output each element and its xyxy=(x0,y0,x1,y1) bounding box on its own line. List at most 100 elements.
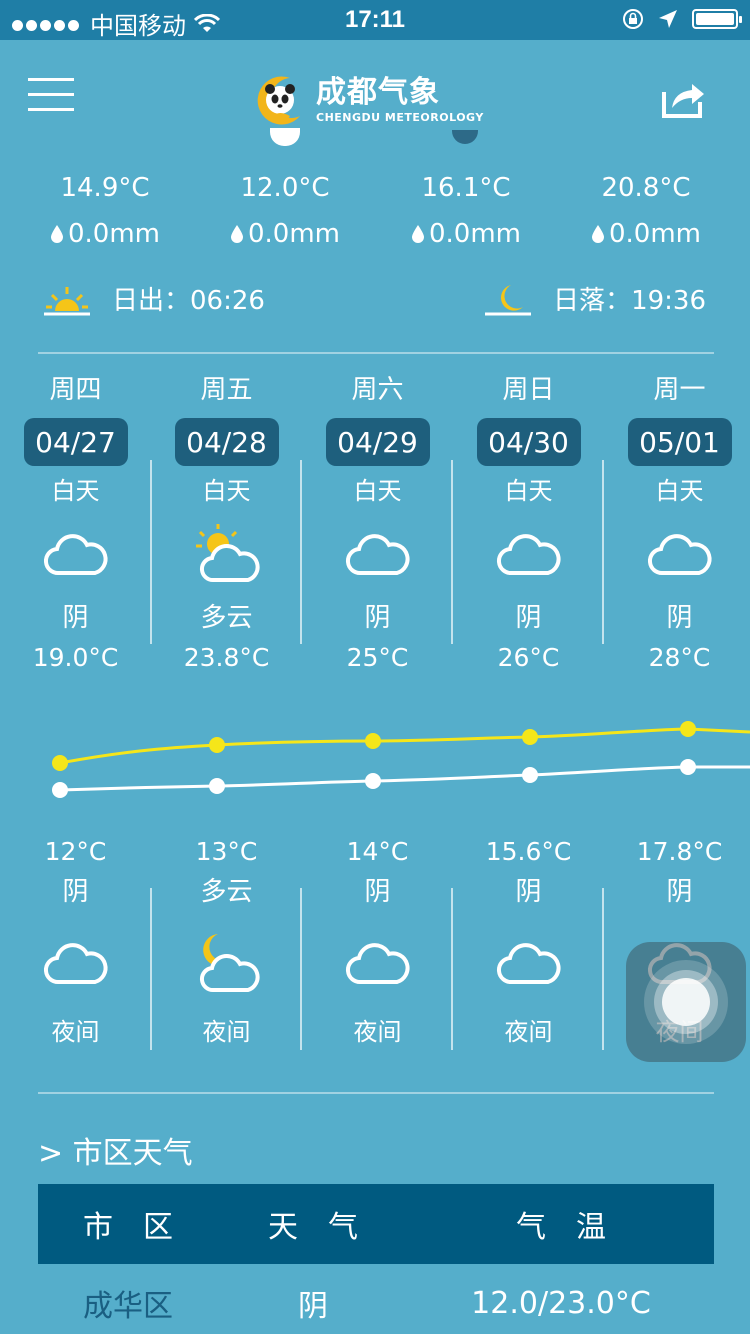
low-temp: 17.8°C xyxy=(636,837,723,866)
daytime-label: 白天 xyxy=(655,477,704,505)
night-weather: 多云 xyxy=(200,877,253,907)
hourly-temp: 20.8°C xyxy=(601,173,691,203)
share-icon[interactable] xyxy=(660,78,706,120)
panda-logo-icon xyxy=(257,76,300,125)
night-weather: 阴 xyxy=(666,877,693,907)
high-temp-point xyxy=(52,755,68,771)
temperature-trend-chart xyxy=(52,721,750,798)
low-temp: 14°C xyxy=(346,837,409,866)
weekday: 周六 xyxy=(351,375,404,405)
night-weather: 阴 xyxy=(62,877,89,907)
daytime-label: 白天 xyxy=(51,477,100,505)
assistive-touch-button[interactable] xyxy=(626,942,746,1062)
column-header-district: 市 区 xyxy=(83,1210,173,1245)
low-temp-point xyxy=(365,773,381,789)
hourly-rain: 0.0mm xyxy=(247,219,340,249)
app-title: 成都气象 xyxy=(316,74,440,110)
forecast-night[interactable]: 15.6°C 阴 夜间 xyxy=(453,832,604,1052)
district-weather: 阴 xyxy=(298,1289,328,1324)
city-weather-table-header: 市 区 天 气 气 温 xyxy=(38,1184,714,1264)
cloud-icon xyxy=(345,943,410,985)
sunrise-time: 06:26 xyxy=(190,286,265,316)
forecast-day[interactable]: 周日 04/30 白天 阴 26°C xyxy=(453,360,604,678)
status-bar: 中国移动 17:11 xyxy=(0,0,750,40)
high-temp: 19.0°C xyxy=(32,643,119,672)
district-name: 成华区 xyxy=(83,1289,173,1324)
hamburger-menu-icon xyxy=(28,78,74,81)
partly-cloudy-day-icon xyxy=(195,524,260,583)
date-badge: 05/01 xyxy=(627,418,732,466)
high-temp: 26°C xyxy=(497,643,560,672)
high-temp-point xyxy=(209,737,225,753)
forecast-night[interactable]: 13°C 多云 夜间 xyxy=(151,832,302,1052)
sunrise: 日出：06:26 xyxy=(44,280,265,317)
high-temp-point xyxy=(365,733,381,749)
forecast-night[interactable]: 14°C 阴 夜间 xyxy=(302,832,453,1052)
divider xyxy=(38,352,714,354)
forecast-day[interactable]: 周一 05/01 白天 阴 28°C xyxy=(604,360,750,678)
day-weather: 阴 xyxy=(364,603,391,633)
raindrop-icon xyxy=(230,225,243,243)
date-badge: 04/30 xyxy=(476,418,581,466)
hourly-item: 14.9°C 0.0mm xyxy=(20,168,190,254)
day-weather: 阴 xyxy=(666,603,693,633)
location-arrow-icon xyxy=(659,10,677,28)
column-header-weather: 天 气 xyxy=(268,1210,358,1245)
daytime-label: 白天 xyxy=(504,477,553,505)
low-temp: 12°C xyxy=(44,837,107,866)
section-title-city-weather[interactable]: > 市区天气 xyxy=(38,1128,193,1172)
cloud-icon xyxy=(43,534,108,576)
hourly-rain: 0.0mm xyxy=(608,219,701,249)
hourly-temp: 14.9°C xyxy=(60,173,150,203)
cloud-icon xyxy=(496,534,561,576)
status-icons xyxy=(622,8,742,30)
forecast-day[interactable]: 周五 04/28 白天 多云 23.8°C xyxy=(151,360,302,678)
sunset-moon-icon xyxy=(485,284,532,315)
column-header-temperature: 气 温 xyxy=(516,1210,606,1245)
weekday: 周五 xyxy=(200,375,253,405)
divider xyxy=(38,1092,714,1094)
sun-times: 日出：06:26 日落：19:36 xyxy=(0,280,750,326)
date-badge: 04/27 xyxy=(23,418,128,466)
sunset-label: 日落： xyxy=(553,286,632,316)
day-weather: 多云 xyxy=(200,603,253,633)
night-weather: 阴 xyxy=(364,877,391,907)
high-temp: 28°C xyxy=(648,643,711,672)
hourly-icon-partial xyxy=(452,130,478,144)
hourly-item: 16.1°C 0.0mm xyxy=(381,168,551,254)
day-weather: 阴 xyxy=(515,603,542,633)
sunrise-icon xyxy=(44,286,90,315)
sunset: 日落：19:36 xyxy=(485,280,706,317)
daytime-label: 白天 xyxy=(353,477,402,505)
weekday: 周日 xyxy=(502,375,555,405)
table-row[interactable]: 成华区 阴 12.0/23.0°C xyxy=(38,1272,714,1334)
hourly-icon-partial xyxy=(270,128,300,146)
high-temp: 25°C xyxy=(346,643,409,672)
low-temp-line xyxy=(59,765,750,792)
forecast-day[interactable]: 周六 04/29 白天 阴 25°C xyxy=(302,360,453,678)
cloud-icon xyxy=(345,534,410,576)
battery-icon xyxy=(692,9,742,29)
date-badge: 04/29 xyxy=(325,418,430,466)
partly-cloudy-night-icon xyxy=(199,934,260,993)
high-temp-line xyxy=(59,727,750,765)
high-temp-point xyxy=(680,721,696,737)
raindrop-icon xyxy=(591,225,604,243)
rotation-lock-icon xyxy=(623,9,643,29)
low-temp-point xyxy=(680,759,696,775)
sunrise-label: 日出： xyxy=(112,286,191,316)
nighttime-label: 夜间 xyxy=(51,1018,100,1046)
app-subtitle: CHENGDU METEOROLOGY xyxy=(316,110,484,124)
menu-button[interactable] xyxy=(28,78,74,112)
daytime-label: 白天 xyxy=(202,477,251,505)
district-temp: 12.0/23.0°C xyxy=(471,1285,651,1321)
night-weather: 阴 xyxy=(515,877,542,907)
raindrop-icon xyxy=(50,225,63,243)
app-header: 成都气象 CHENGDU METEOROLOGY xyxy=(0,40,750,135)
low-temp-point xyxy=(52,782,68,798)
nighttime-label: 夜间 xyxy=(353,1018,402,1046)
hourly-rain: 0.0mm xyxy=(428,219,521,249)
forecast-day[interactable]: 周四 04/27 白天 阴 19.0°C xyxy=(0,360,151,678)
nighttime-label: 夜间 xyxy=(504,1018,553,1046)
forecast-night[interactable]: 12°C 阴 夜间 xyxy=(0,832,151,1052)
